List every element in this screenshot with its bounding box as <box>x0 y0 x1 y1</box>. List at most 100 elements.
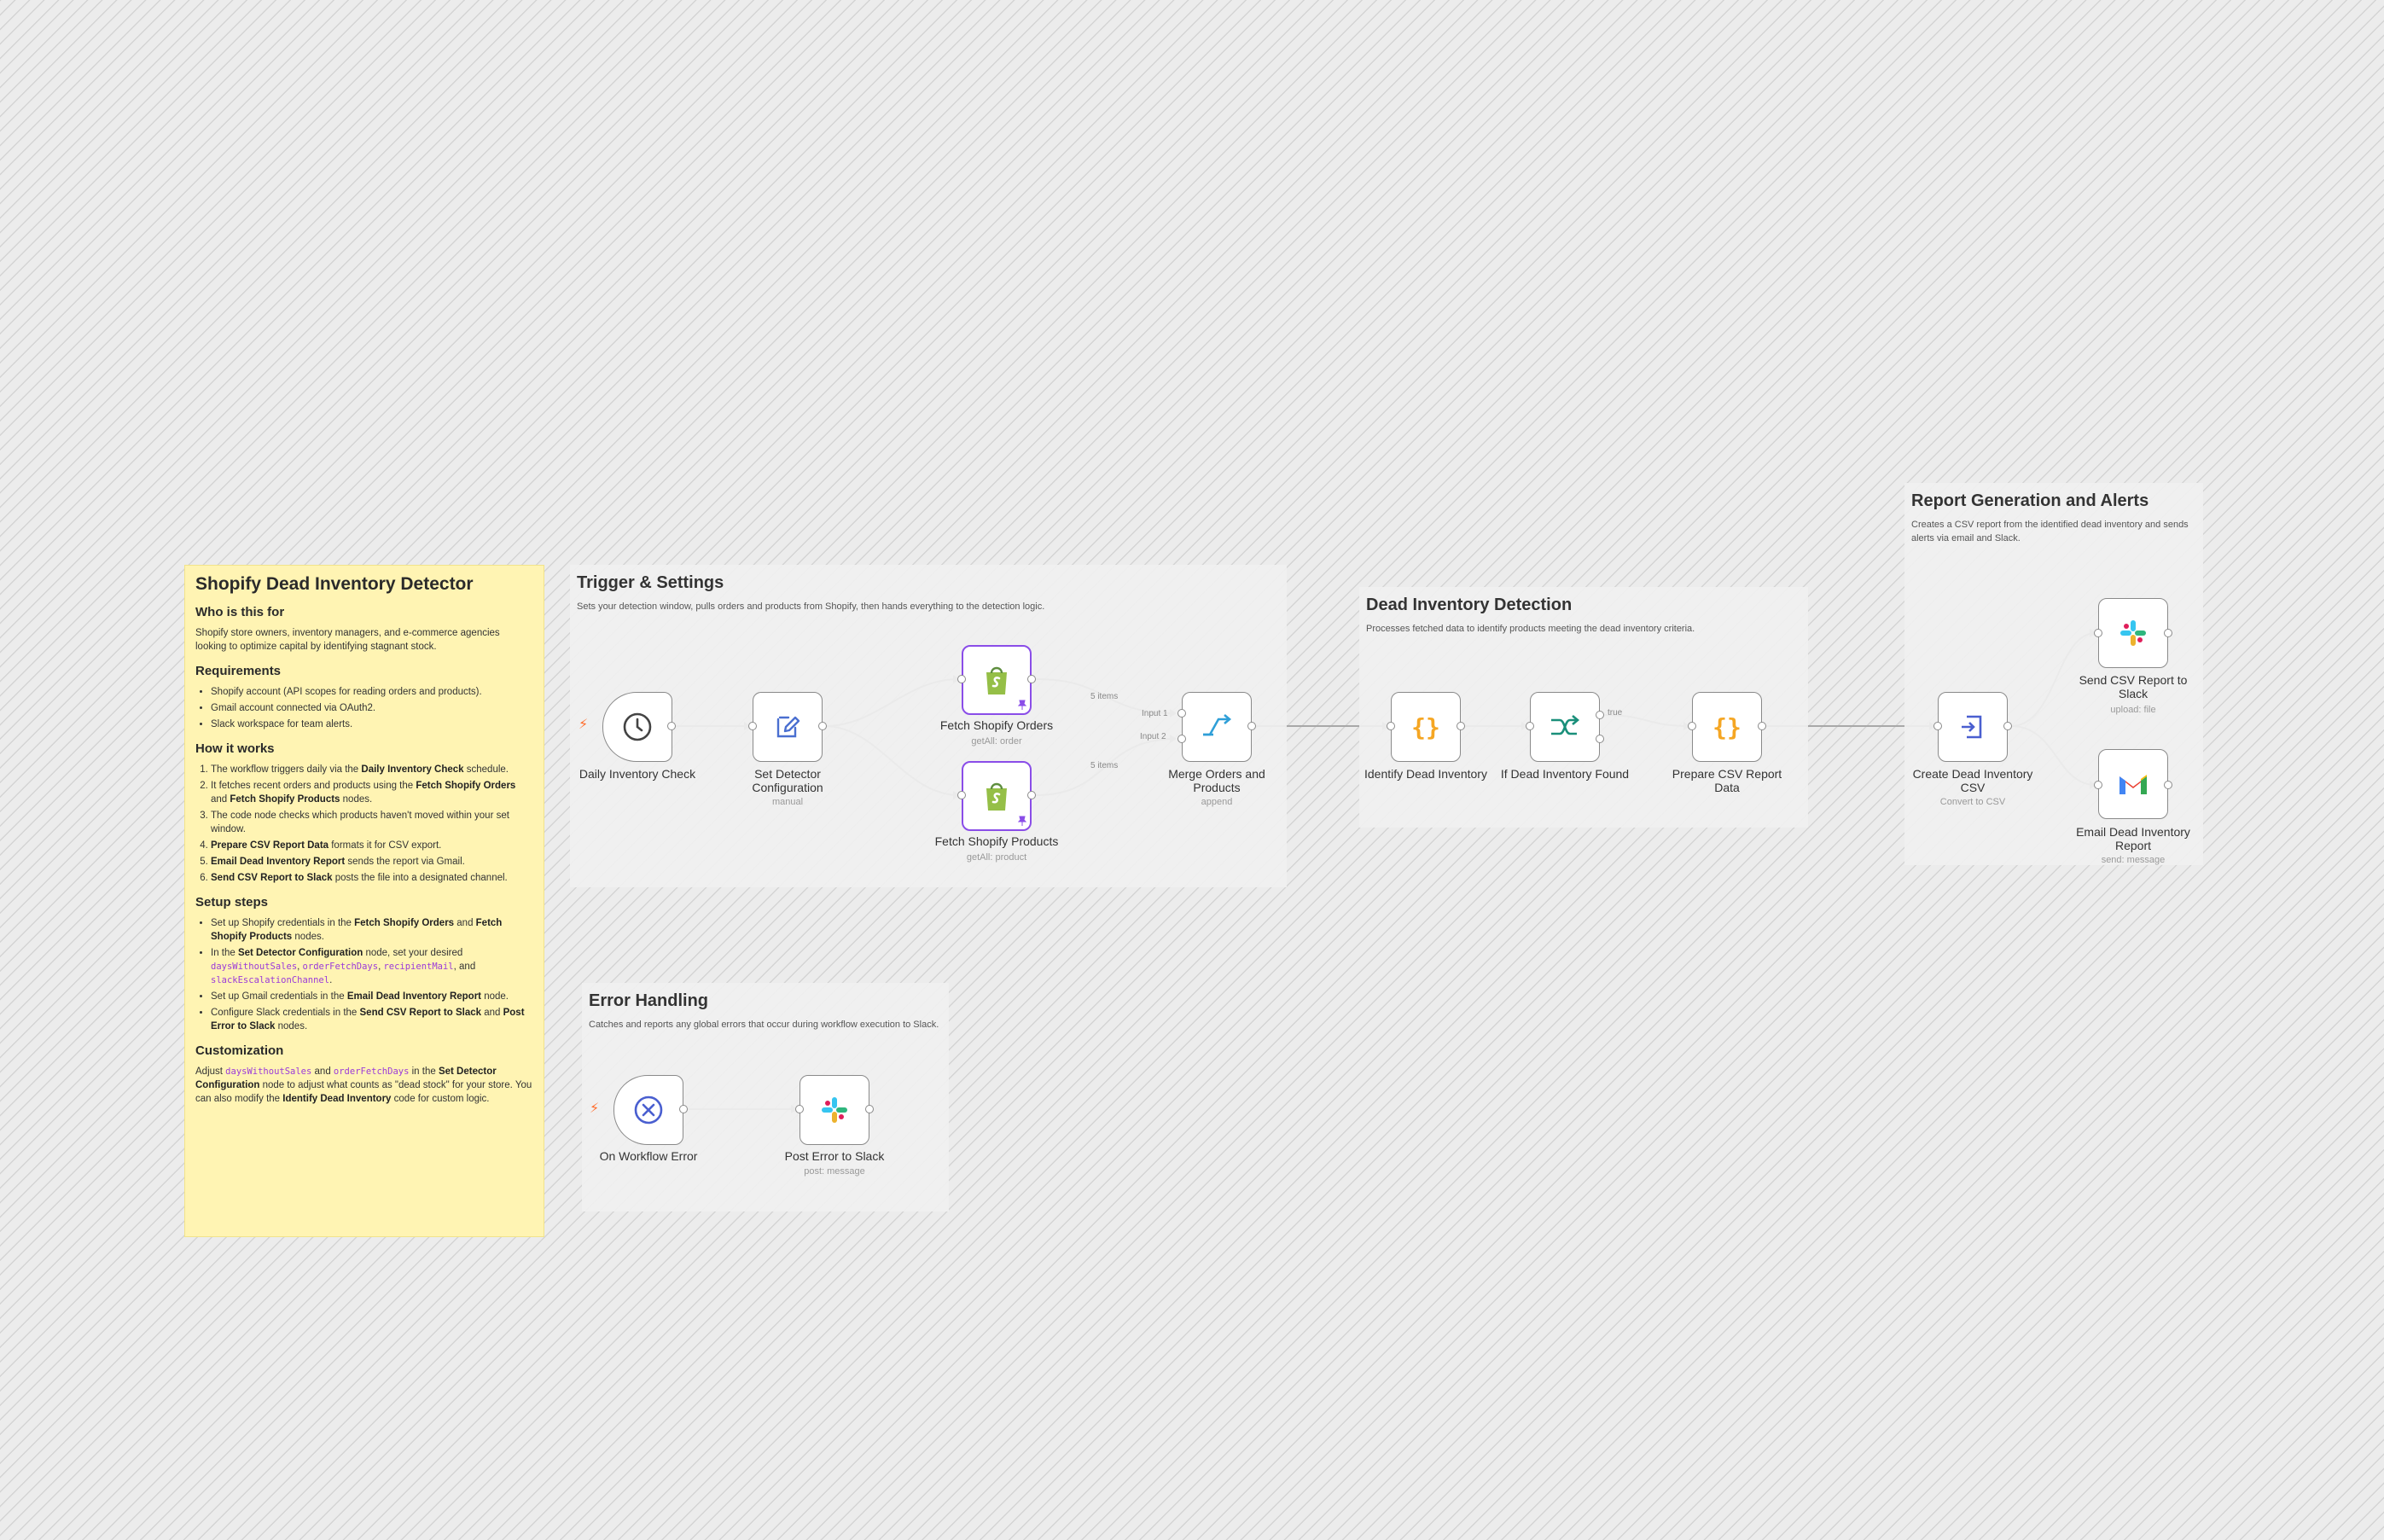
edge-label-products-items: 5 items <box>1090 761 1119 770</box>
req-item: Gmail account connected via OAuth2. <box>211 701 533 715</box>
input-handle[interactable] <box>1526 722 1534 730</box>
how-item: The code node checks which products have… <box>211 809 533 836</box>
how-item: Send CSV Report to Slack posts the file … <box>211 871 533 885</box>
setup-item: Set up Shopify credentials in the Fetch … <box>211 916 533 944</box>
group-title: Error Handling <box>589 991 709 1010</box>
output-handle[interactable] <box>679 1105 688 1113</box>
node-send-csv-report-slack[interactable] <box>2098 598 2168 668</box>
input-handle[interactable] <box>1688 722 1696 730</box>
node-label: Daily Inventory Check <box>579 767 696 781</box>
node-label: Merge Orders and Products <box>1168 767 1265 794</box>
node-label: On Workflow Error <box>599 1149 698 1163</box>
node-subtitle: getAll: product <box>966 852 1027 863</box>
input-handle[interactable] <box>2094 629 2102 637</box>
output-handle[interactable] <box>1247 722 1256 730</box>
output-handle[interactable] <box>865 1105 874 1113</box>
group-description: Catches and reports any global errors th… <box>589 1020 939 1030</box>
edge-label-input2: Input 2 <box>1140 732 1166 741</box>
node-prepare-csv-report-data[interactable]: {} <box>1692 692 1762 762</box>
output-handle-true[interactable] <box>1596 711 1604 719</box>
output-handle[interactable] <box>818 722 827 730</box>
group-description: Sets your detection window, pulls orders… <box>577 601 1045 612</box>
node-fetch-shopify-products[interactable] <box>962 761 1032 831</box>
note-custom-text: Adjust daysWithoutSales and orderFetchDa… <box>195 1066 532 1104</box>
note-how-heading: How it works <box>195 741 275 756</box>
note-req-list: Shopify account (API scopes for reading … <box>195 685 533 731</box>
input-handle-2[interactable] <box>1177 735 1186 743</box>
node-label: Fetch Shopify Orders <box>939 718 1054 732</box>
note-who-text: Shopify store owners, inventory managers… <box>195 628 500 652</box>
node-label: If Dead Inventory Found <box>1500 767 1630 781</box>
node-identify-dead-inventory[interactable]: {} <box>1391 692 1461 762</box>
node-on-workflow-error[interactable] <box>613 1075 683 1145</box>
node-post-error-slack[interactable] <box>800 1075 869 1145</box>
edge-label-input1: Input 1 <box>1142 709 1168 718</box>
input-handle[interactable] <box>748 722 757 730</box>
note-custom-heading: Customization <box>195 1043 284 1058</box>
output-handle[interactable] <box>1457 722 1465 730</box>
shopify-bag-icon <box>986 666 1007 694</box>
output-handle[interactable] <box>1027 791 1036 799</box>
node-subtitle: upload: file <box>2110 705 2156 715</box>
node-label: Set Detector Configuration <box>752 767 823 794</box>
output-handle[interactable] <box>2164 781 2172 789</box>
how-item: Email Dead Inventory Report sends the re… <box>211 855 533 869</box>
node-label: Create Dead Inventory CSV <box>1912 767 2033 794</box>
edit-pen-icon <box>776 716 800 738</box>
node-subtitle: append <box>1201 797 1233 807</box>
clock-icon <box>623 712 652 741</box>
edge-label-orders-items: 5 items <box>1090 692 1119 701</box>
node-daily-inventory-check[interactable] <box>602 692 672 762</box>
group-title: Dead Inventory Detection <box>1366 596 1573 614</box>
output-handle-false[interactable] <box>1596 735 1604 743</box>
input-handle[interactable] <box>795 1105 804 1113</box>
note-title: Shopify Dead Inventory Detector <box>195 574 474 594</box>
input-handle[interactable] <box>957 791 966 799</box>
note-how-list: The workflow triggers daily via the Dail… <box>195 763 533 885</box>
code-braces-icon: {} <box>1411 713 1440 741</box>
node-label: Identify Dead Inventory <box>1364 767 1487 781</box>
input-handle[interactable] <box>2094 781 2102 789</box>
how-item: Prepare CSV Report Data formats it for C… <box>211 839 533 852</box>
node-if-dead-inventory-found[interactable] <box>1530 692 1600 762</box>
setup-item: Configure Slack credentials in the Send … <box>211 1006 533 1033</box>
sticky-note[interactable]: Shopify Dead Inventory Detector Who is t… <box>184 565 544 1237</box>
setup-item: Set up Gmail credentials in the Email De… <box>211 990 533 1003</box>
node-fetch-shopify-orders[interactable] <box>962 645 1032 715</box>
error-x-icon <box>634 1095 663 1124</box>
edge-label-true: true <box>1608 708 1623 718</box>
convert-file-icon <box>1962 715 1982 739</box>
trigger-bolt-icon: ⚡ <box>590 1101 600 1116</box>
node-label: Post Error to Slack <box>784 1149 885 1163</box>
node-create-dead-inventory-csv[interactable] <box>1938 692 2008 762</box>
output-handle[interactable] <box>2003 722 2012 730</box>
note-setup-list: Set up Shopify credentials in the Fetch … <box>195 916 533 1033</box>
node-set-detector-configuration[interactable] <box>753 692 823 762</box>
node-subtitle: manual <box>771 797 804 807</box>
note-req-heading: Requirements <box>195 664 282 678</box>
input-handle[interactable] <box>1387 722 1395 730</box>
req-item: Slack workspace for team alerts. <box>211 718 533 731</box>
group-title: Report Generation and Alerts <box>1911 491 2149 510</box>
node-label: Send CSV Report to Slack <box>2079 673 2188 700</box>
output-handle[interactable] <box>1027 675 1036 683</box>
svg-text:{}: {} <box>1712 713 1741 741</box>
output-handle[interactable] <box>2164 629 2172 637</box>
node-label: Fetch Shopify Products <box>934 834 1059 848</box>
trigger-bolt-icon: ⚡ <box>579 718 589 732</box>
slack-icon <box>2120 620 2146 646</box>
input-handle[interactable] <box>1933 722 1942 730</box>
merge-arrows-icon <box>1203 714 1232 736</box>
setup-item: In the Set Detector Configuration node, … <box>211 946 533 987</box>
how-item: The workflow triggers daily via the Dail… <box>211 763 533 776</box>
output-handle[interactable] <box>1758 722 1766 730</box>
code-braces-icon: {} <box>1712 713 1741 741</box>
input-handle-1[interactable] <box>1177 709 1186 718</box>
output-handle[interactable] <box>667 722 676 730</box>
input-handle[interactable] <box>957 675 966 683</box>
node-merge-orders-products[interactable] <box>1182 692 1252 762</box>
group-title: Trigger & Settings <box>577 573 724 592</box>
node-subtitle: post: message <box>804 1166 865 1177</box>
node-email-dead-inventory-report[interactable] <box>2098 749 2168 819</box>
how-item: It fetches recent orders and products us… <box>211 779 533 806</box>
